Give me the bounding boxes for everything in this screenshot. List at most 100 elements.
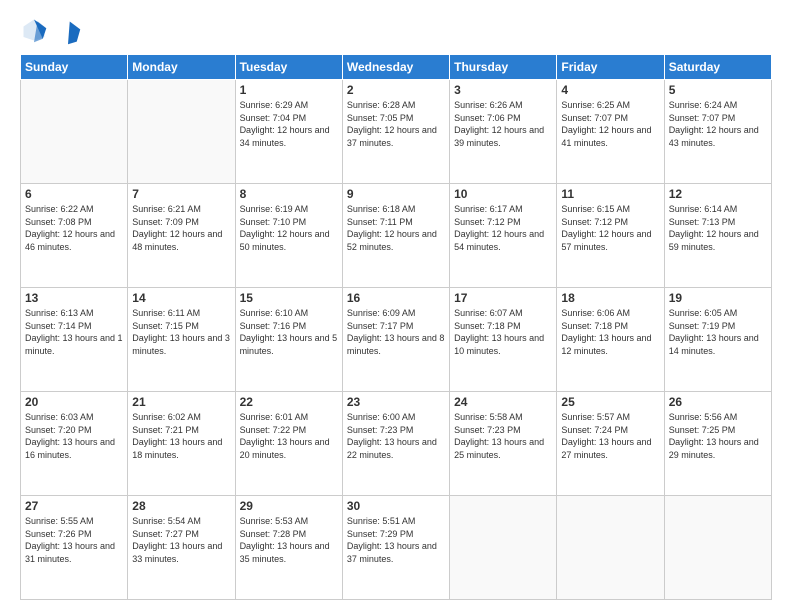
calendar-cell: 10 Sunrise: 6:17 AM Sunset: 7:12 PM Dayli… bbox=[450, 184, 557, 288]
day-number: 26 bbox=[669, 395, 767, 409]
calendar-cell: 19Sunrise: 6:05 AM Sunset: 7:19 PM Dayli… bbox=[664, 288, 771, 392]
day-info: Sunrise: 6:15 AM Sunset: 7:12 PM Dayligh… bbox=[561, 203, 659, 253]
day-number: 22 bbox=[240, 395, 338, 409]
day-number: 8 bbox=[240, 187, 338, 201]
day-info: Sunrise: 5:51 AM Sunset: 7:29 PM Dayligh… bbox=[347, 515, 445, 565]
weekday-header-sunday: Sunday bbox=[21, 55, 128, 80]
day-number: 21 bbox=[132, 395, 230, 409]
logo bbox=[20, 16, 84, 44]
calendar-cell bbox=[21, 80, 128, 184]
weekday-header-monday: Monday bbox=[128, 55, 235, 80]
weekday-header-row: SundayMondayTuesdayWednesdayThursdayFrid… bbox=[21, 55, 772, 80]
calendar-cell: 3Sunrise: 6:26 AM Sunset: 7:06 PM Daylig… bbox=[450, 80, 557, 184]
calendar-cell: 22 Sunrise: 6:01 AM Sunset: 7:22 PM Dayli… bbox=[235, 392, 342, 496]
calendar-cell: 28 Sunrise: 5:54 AM Sunset: 7:27 PM Dayli… bbox=[128, 496, 235, 600]
day-number: 6 bbox=[25, 187, 123, 201]
day-number: 15 bbox=[240, 291, 338, 305]
day-info: Sunrise: 6:14 AM Sunset: 7:13 PM Dayligh… bbox=[669, 203, 767, 253]
day-number: 28 bbox=[132, 499, 230, 513]
calendar-page: SundayMondayTuesdayWednesdayThursdayFrid… bbox=[0, 0, 792, 612]
calendar-cell: 20Sunrise: 6:03 AM Sunset: 7:20 PM Dayli… bbox=[21, 392, 128, 496]
day-info: Sunrise: 6:01 AM Sunset: 7:22 PM Dayligh… bbox=[240, 411, 338, 461]
day-info: Sunrise: 6:22 AM Sunset: 7:08 PM Dayligh… bbox=[25, 203, 123, 253]
day-number: 11 bbox=[561, 187, 659, 201]
calendar-cell: 18Sunrise: 6:06 AM Sunset: 7:18 PM Dayli… bbox=[557, 288, 664, 392]
day-info: Sunrise: 6:00 AM Sunset: 7:23 PM Dayligh… bbox=[347, 411, 445, 461]
day-info: Sunrise: 5:58 AM Sunset: 7:23 PM Dayligh… bbox=[454, 411, 552, 461]
day-number: 24 bbox=[454, 395, 552, 409]
day-info: Sunrise: 6:02 AM Sunset: 7:21 PM Dayligh… bbox=[132, 411, 230, 461]
day-number: 10 bbox=[454, 187, 552, 201]
calendar-cell: 23Sunrise: 6:00 AM Sunset: 7:23 PM Dayli… bbox=[342, 392, 449, 496]
day-info: Sunrise: 5:57 AM Sunset: 7:24 PM Dayligh… bbox=[561, 411, 659, 461]
calendar-table: SundayMondayTuesdayWednesdayThursdayFrid… bbox=[20, 54, 772, 600]
calendar-cell: 15 Sunrise: 6:10 AM Sunset: 7:16 PM Dayli… bbox=[235, 288, 342, 392]
day-info: Sunrise: 6:18 AM Sunset: 7:11 PM Dayligh… bbox=[347, 203, 445, 253]
day-number: 18 bbox=[561, 291, 659, 305]
day-info: Sunrise: 5:53 AM Sunset: 7:28 PM Dayligh… bbox=[240, 515, 338, 565]
calendar-cell: 7 Sunrise: 6:21 AM Sunset: 7:09 PM Daylig… bbox=[128, 184, 235, 288]
calendar-cell: 13 Sunrise: 6:13 AM Sunset: 7:14 PM Dayli… bbox=[21, 288, 128, 392]
day-info: Sunrise: 6:21 AM Sunset: 7:09 PM Dayligh… bbox=[132, 203, 230, 253]
calendar-cell bbox=[557, 496, 664, 600]
day-number: 30 bbox=[347, 499, 445, 513]
logo-icon bbox=[20, 16, 48, 44]
day-info: Sunrise: 6:28 AM Sunset: 7:05 PM Dayligh… bbox=[347, 99, 445, 149]
day-number: 5 bbox=[669, 83, 767, 97]
week-row-4: 20Sunrise: 6:03 AM Sunset: 7:20 PM Dayli… bbox=[21, 392, 772, 496]
calendar-cell: 24 Sunrise: 5:58 AM Sunset: 7:23 PM Dayli… bbox=[450, 392, 557, 496]
calendar-cell bbox=[664, 496, 771, 600]
week-row-3: 13 Sunrise: 6:13 AM Sunset: 7:14 PM Dayli… bbox=[21, 288, 772, 392]
day-info: Sunrise: 6:19 AM Sunset: 7:10 PM Dayligh… bbox=[240, 203, 338, 253]
day-number: 7 bbox=[132, 187, 230, 201]
week-row-5: 27 Sunrise: 5:55 AM Sunset: 7:26 PM Dayli… bbox=[21, 496, 772, 600]
day-info: Sunrise: 6:10 AM Sunset: 7:16 PM Dayligh… bbox=[240, 307, 338, 357]
day-number: 16 bbox=[347, 291, 445, 305]
day-number: 14 bbox=[132, 291, 230, 305]
day-info: Sunrise: 6:24 AM Sunset: 7:07 PM Dayligh… bbox=[669, 99, 767, 149]
day-info: Sunrise: 6:11 AM Sunset: 7:15 PM Dayligh… bbox=[132, 307, 230, 357]
day-number: 3 bbox=[454, 83, 552, 97]
calendar-cell: 2 Sunrise: 6:28 AM Sunset: 7:05 PM Daylig… bbox=[342, 80, 449, 184]
weekday-header-saturday: Saturday bbox=[664, 55, 771, 80]
calendar-cell: 9 Sunrise: 6:18 AM Sunset: 7:11 PM Daylig… bbox=[342, 184, 449, 288]
calendar-cell: 29 Sunrise: 5:53 AM Sunset: 7:28 PM Dayli… bbox=[235, 496, 342, 600]
calendar-cell: 25 Sunrise: 5:57 AM Sunset: 7:24 PM Dayli… bbox=[557, 392, 664, 496]
calendar-cell: 26Sunrise: 5:56 AM Sunset: 7:25 PM Dayli… bbox=[664, 392, 771, 496]
day-info: Sunrise: 5:54 AM Sunset: 7:27 PM Dayligh… bbox=[132, 515, 230, 565]
day-number: 29 bbox=[240, 499, 338, 513]
logo-text bbox=[52, 18, 84, 42]
day-number: 2 bbox=[347, 83, 445, 97]
calendar-cell: 27 Sunrise: 5:55 AM Sunset: 7:26 PM Dayli… bbox=[21, 496, 128, 600]
day-info: Sunrise: 6:05 AM Sunset: 7:19 PM Dayligh… bbox=[669, 307, 767, 357]
week-row-1: 1Sunrise: 6:29 AM Sunset: 7:04 PM Daylig… bbox=[21, 80, 772, 184]
day-info: Sunrise: 6:25 AM Sunset: 7:07 PM Dayligh… bbox=[561, 99, 659, 149]
day-info: Sunrise: 6:09 AM Sunset: 7:17 PM Dayligh… bbox=[347, 307, 445, 357]
day-info: Sunrise: 6:17 AM Sunset: 7:12 PM Dayligh… bbox=[454, 203, 552, 253]
weekday-header-friday: Friday bbox=[557, 55, 664, 80]
day-number: 27 bbox=[25, 499, 123, 513]
day-number: 12 bbox=[669, 187, 767, 201]
calendar-cell: 6 Sunrise: 6:22 AM Sunset: 7:08 PM Daylig… bbox=[21, 184, 128, 288]
calendar-cell: 30 Sunrise: 5:51 AM Sunset: 7:29 PM Dayli… bbox=[342, 496, 449, 600]
calendar-cell: 14 Sunrise: 6:11 AM Sunset: 7:15 PM Dayli… bbox=[128, 288, 235, 392]
calendar-cell: 12 Sunrise: 6:14 AM Sunset: 7:13 PM Dayli… bbox=[664, 184, 771, 288]
calendar-cell: 21 Sunrise: 6:02 AM Sunset: 7:21 PM Dayli… bbox=[128, 392, 235, 496]
header bbox=[20, 16, 772, 44]
weekday-header-tuesday: Tuesday bbox=[235, 55, 342, 80]
day-number: 13 bbox=[25, 291, 123, 305]
weekday-header-wednesday: Wednesday bbox=[342, 55, 449, 80]
week-row-2: 6 Sunrise: 6:22 AM Sunset: 7:08 PM Daylig… bbox=[21, 184, 772, 288]
calendar-cell bbox=[450, 496, 557, 600]
weekday-header-thursday: Thursday bbox=[450, 55, 557, 80]
calendar-cell: 8 Sunrise: 6:19 AM Sunset: 7:10 PM Daylig… bbox=[235, 184, 342, 288]
calendar-cell: 11 Sunrise: 6:15 AM Sunset: 7:12 PM Dayli… bbox=[557, 184, 664, 288]
day-number: 17 bbox=[454, 291, 552, 305]
calendar-cell: 4 Sunrise: 6:25 AM Sunset: 7:07 PM Daylig… bbox=[557, 80, 664, 184]
day-number: 25 bbox=[561, 395, 659, 409]
day-info: Sunrise: 6:03 AM Sunset: 7:20 PM Dayligh… bbox=[25, 411, 123, 461]
day-number: 4 bbox=[561, 83, 659, 97]
day-number: 9 bbox=[347, 187, 445, 201]
day-info: Sunrise: 6:13 AM Sunset: 7:14 PM Dayligh… bbox=[25, 307, 123, 357]
day-info: Sunrise: 5:55 AM Sunset: 7:26 PM Dayligh… bbox=[25, 515, 123, 565]
